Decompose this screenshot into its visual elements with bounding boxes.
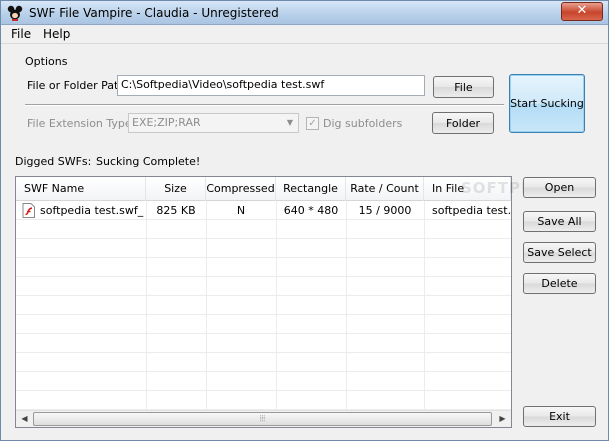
- options-separator: [25, 104, 504, 106]
- dig-subfolders-checkbox[interactable]: ✓: [306, 117, 319, 130]
- col-swf-name[interactable]: SWF Name: [16, 177, 146, 201]
- path-label: File or Folder Path: [27, 79, 126, 92]
- delete-button[interactable]: Delete: [523, 273, 596, 294]
- swf-list[interactable]: SWF Name Size Compressed Rectangle Rate …: [15, 176, 512, 428]
- grip-icon: ⦙⦙⦙: [259, 414, 266, 423]
- table-row: [16, 315, 511, 334]
- open-button[interactable]: Open: [523, 177, 596, 198]
- close-icon: ✕: [576, 3, 588, 18]
- options-group-label: Options: [24, 55, 69, 68]
- table-row: [16, 372, 511, 391]
- title-bar[interactable]: SWF File Vampire - Claudia - Unregistere…: [1, 1, 608, 25]
- path-input[interactable]: C:\Softpedia\Video\softpedia test.swf: [117, 75, 425, 96]
- scroll-right-icon[interactable]: ▶: [494, 411, 511, 427]
- dig-subfolders-label: Dig subfolders: [323, 117, 403, 130]
- table-row[interactable]: softpedia test.swf_0... 825 KB N 640 * 4…: [16, 201, 511, 220]
- menu-bar: File Help: [1, 25, 608, 44]
- cell-in-file: softpedia test.swf: [432, 204, 511, 217]
- window-title: SWF File Vampire - Claudia - Unregistere…: [29, 6, 279, 20]
- table-row: [16, 277, 511, 296]
- table-row: [16, 391, 511, 410]
- col-rate-count[interactable]: Rate / Count: [346, 177, 424, 201]
- extension-label: File Extension Type:: [27, 117, 136, 130]
- table-row: [16, 220, 511, 239]
- exit-button[interactable]: Exit: [523, 406, 596, 427]
- app-window: SWF File Vampire - Claudia - Unregistere…: [0, 0, 609, 441]
- cell-rectangle: 640 * 480: [283, 204, 339, 217]
- cell-swf-name: softpedia test.swf_0...: [40, 204, 144, 217]
- extension-select[interactable]: EXE;ZIP;RAR ▼: [128, 113, 299, 133]
- save-select-button[interactable]: Save Select: [523, 242, 596, 263]
- table-row: [16, 353, 511, 372]
- cell-size: 825 KB: [156, 204, 196, 217]
- mickey-ears-icon: [7, 5, 23, 21]
- cell-compressed: N: [236, 204, 246, 217]
- col-size[interactable]: Size: [146, 177, 206, 201]
- table-row: [16, 296, 511, 315]
- cell-rate-count: 15 / 9000: [358, 204, 412, 217]
- table-row: [16, 334, 511, 353]
- file-button[interactable]: File: [433, 76, 494, 98]
- scroll-thumb[interactable]: ⦙⦙⦙: [33, 412, 492, 426]
- menu-file[interactable]: File: [11, 27, 31, 41]
- extension-value: EXE;ZIP;RAR: [132, 116, 201, 129]
- close-button[interactable]: ✕: [561, 2, 603, 21]
- chevron-down-icon: ▼: [286, 118, 294, 127]
- table-row: [16, 239, 511, 258]
- list-header: SWF Name Size Compressed Rectangle Rate …: [16, 177, 511, 201]
- col-rectangle[interactable]: Rectangle: [276, 177, 346, 201]
- horizontal-scrollbar[interactable]: ◀ ⦙⦙⦙ ▶: [16, 410, 511, 427]
- digged-swfs-label: Digged SWFs:: [15, 155, 92, 168]
- save-all-button[interactable]: Save All: [523, 211, 596, 232]
- table-row: [16, 258, 511, 277]
- start-sucking-button[interactable]: Start Sucking: [509, 74, 585, 133]
- menu-help[interactable]: Help: [43, 27, 70, 41]
- folder-button[interactable]: Folder: [432, 112, 494, 134]
- scroll-left-icon[interactable]: ◀: [16, 411, 33, 427]
- status-text: Sucking Complete!: [96, 155, 201, 168]
- flash-file-icon: [22, 203, 35, 218]
- col-compressed[interactable]: Compressed: [206, 177, 276, 201]
